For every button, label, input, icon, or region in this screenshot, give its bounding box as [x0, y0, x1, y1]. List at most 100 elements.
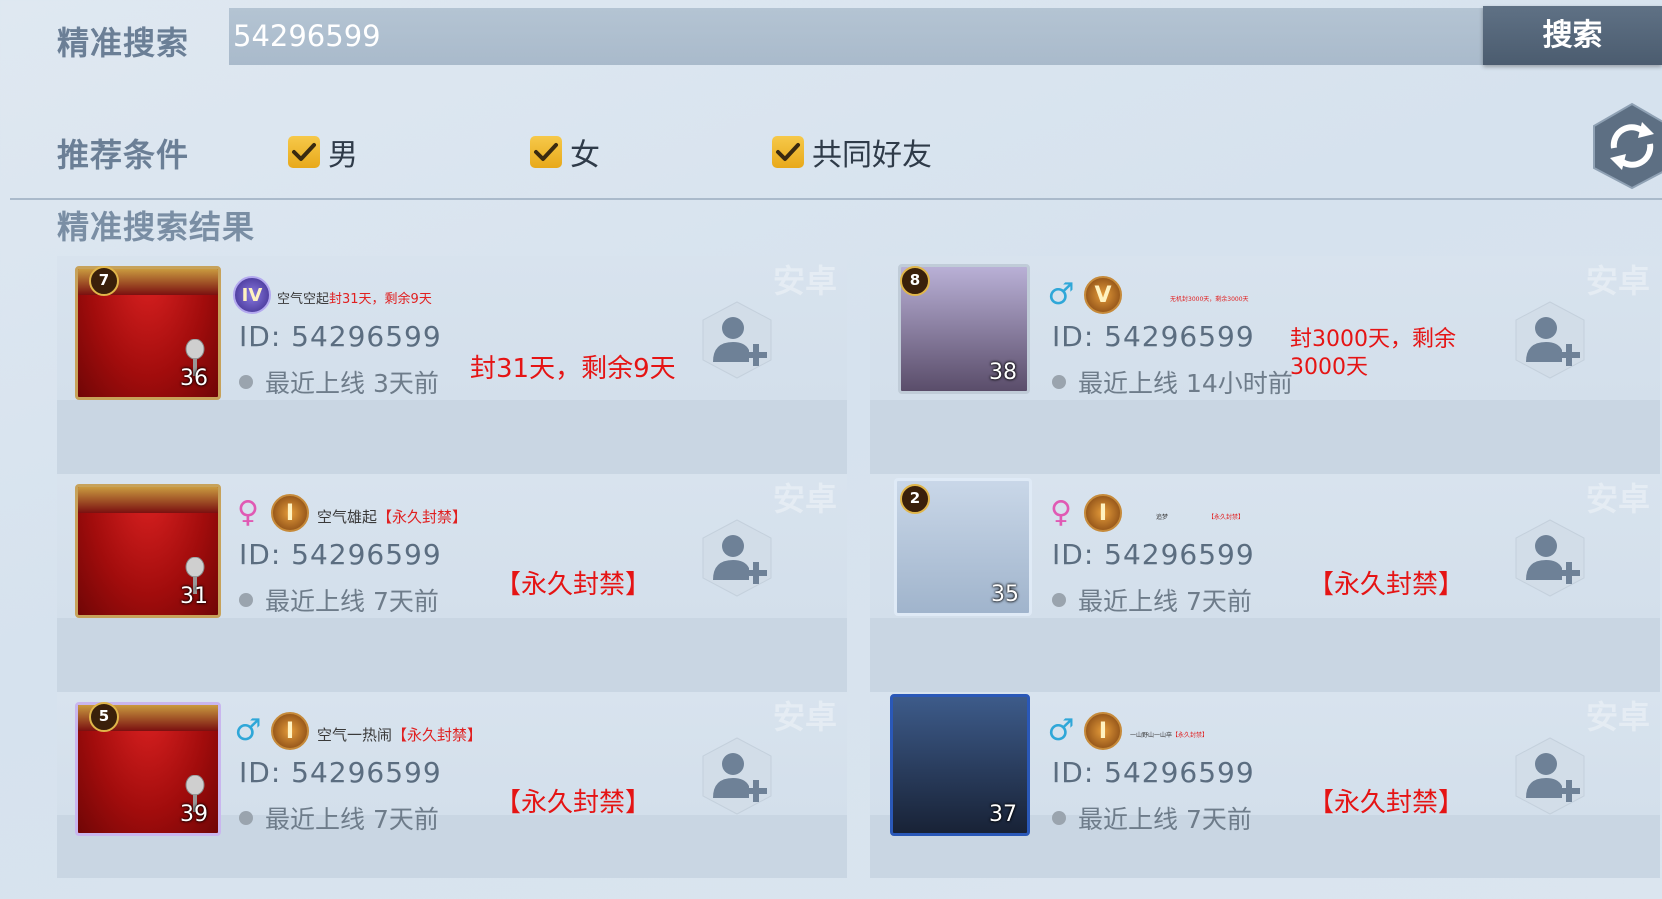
watermark: 安卓: [772, 262, 837, 300]
last-online-text: 最近上线 7天前: [1078, 805, 1252, 834]
player-level: 35: [991, 582, 1019, 607]
watermark: 安卓: [1585, 262, 1650, 300]
nickname-row: 追梦 【永久封禁】: [1156, 512, 1244, 521]
filter-mutual-friends[interactable]: 共同好友: [772, 130, 932, 174]
watermark: 安卓: [772, 698, 837, 736]
last-online: 最近上线 7天前: [1052, 800, 1252, 836]
checkmark-icon[interactable]: [772, 136, 804, 168]
nickname: 空气雄起: [317, 508, 378, 526]
filter-female-label: 女: [570, 138, 600, 173]
filter-label: 推荐条件: [57, 136, 190, 174]
status-dot: [1052, 375, 1066, 389]
nickname-ban-note: 【永久封禁】: [1208, 514, 1245, 521]
badge-number: 7: [89, 266, 119, 296]
search-button[interactable]: 搜索: [1483, 6, 1662, 65]
nickname-ban-note: 【永久封禁】: [1172, 732, 1209, 739]
checkmark-icon[interactable]: [530, 136, 562, 168]
last-online: 最近上线 3天前: [239, 364, 439, 400]
last-online-text: 最近上线 7天前: [265, 805, 439, 834]
add-friend-icon[interactable]: [701, 300, 773, 380]
rank-badge: IV: [233, 276, 271, 314]
female-icon: ♀: [1050, 495, 1072, 530]
badge-number: 8: [900, 266, 930, 296]
last-online-text: 最近上线 3天前: [265, 369, 439, 398]
nickname-ban-note: 【永久封禁】: [377, 508, 468, 526]
nickname-row: 空气雄起【永久封禁】: [317, 506, 467, 527]
add-friend-icon[interactable]: [1514, 300, 1586, 380]
ban-status: 【永久封禁】: [1308, 788, 1465, 818]
ban-status: 【永久封禁】: [495, 788, 652, 818]
status-dot: [239, 375, 253, 389]
result-card[interactable]: 安卓 38 8 ♂ V 无机封3000天，剩余3000天 ID: 5429659…: [870, 256, 1660, 474]
player-id: ID: 54296599: [239, 756, 442, 789]
nickname-ban-note: 【永久封禁】: [392, 726, 483, 744]
nickname-row: 空气一热闹【永久封禁】: [317, 724, 482, 745]
ban-status: 封31天，剩余9天: [470, 354, 676, 384]
last-online: 最近上线 14小时前: [1052, 364, 1293, 400]
male-icon: ♂: [234, 713, 262, 748]
female-icon: ♀: [237, 495, 259, 530]
search-label: 精准搜索: [57, 24, 190, 62]
result-card[interactable]: 安卓 37 ♂ I 一山野山一山卒【永久封禁】 ID: 54296599 最近上…: [870, 692, 1660, 878]
rank-badge: V: [1084, 276, 1122, 314]
results-title: 精准搜索结果: [57, 208, 256, 246]
rank-badge: I: [1084, 494, 1122, 532]
add-friend-icon[interactable]: [701, 736, 773, 816]
rank-badge: I: [271, 712, 309, 750]
nickname: 追梦: [1156, 514, 1169, 521]
nickname-row: 无机封3000天，剩余3000天: [1170, 294, 1249, 303]
watermark: 安卓: [772, 480, 837, 518]
ban-status: 【永久封禁】: [495, 570, 652, 600]
status-dot: [1052, 593, 1066, 607]
player-id: ID: 54296599: [239, 538, 442, 571]
male-icon: ♂: [1047, 277, 1075, 312]
badge-number: 5: [89, 702, 119, 732]
last-online: 最近上线 7天前: [239, 582, 439, 618]
filter-female[interactable]: 女: [530, 130, 600, 174]
status-dot: [1052, 811, 1066, 825]
watermark: 安卓: [1585, 480, 1650, 518]
nickname: 空气一热闹: [317, 726, 393, 744]
nickname: 空气空起: [277, 292, 330, 307]
last-online: 最近上线 7天前: [239, 800, 439, 836]
last-online-text: 最近上线 14小时前: [1078, 369, 1293, 398]
filter-male[interactable]: 男: [288, 130, 358, 174]
checkmark-icon[interactable]: [288, 136, 320, 168]
status-dot: [239, 811, 253, 825]
add-friend-icon[interactable]: [701, 518, 773, 598]
last-online-text: 最近上线 7天前: [265, 587, 439, 616]
result-card[interactable]: 安卓 35 2 ♀ I 追梦 【永久封禁】 ID: 54296599 最近上线 7…: [870, 474, 1660, 692]
ban-status: 【永久封禁】: [1308, 570, 1465, 600]
badge-number: 2: [900, 484, 930, 514]
player-id: ID: 54296599: [1052, 756, 1255, 789]
divider: [10, 198, 1662, 200]
avatar[interactable]: 31: [75, 484, 221, 618]
nickname-row: 一山野山一山卒【永久封禁】: [1130, 730, 1208, 739]
player-level: 38: [989, 360, 1017, 385]
player-id: ID: 54296599: [1052, 320, 1255, 353]
add-friend-icon[interactable]: [1514, 736, 1586, 816]
player-level: 39: [180, 802, 208, 827]
nickname-row: 空气空起封31天，剩余9天: [277, 288, 432, 307]
player-level: 37: [989, 802, 1017, 827]
player-id: ID: 54296599: [1052, 538, 1255, 571]
player-id: ID: 54296599: [239, 320, 442, 353]
nickname-ban-note: 封31天，剩余9天: [329, 292, 432, 307]
status-dot: [239, 593, 253, 607]
player-level: 36: [180, 366, 208, 391]
avatar[interactable]: 37: [890, 694, 1030, 836]
refresh-icon[interactable]: [1592, 102, 1662, 190]
watermark: 安卓: [1585, 698, 1650, 736]
result-card[interactable]: 安卓 36 7 IV 空气空起封31天，剩余9天 ID: 54296599 最近…: [57, 256, 847, 474]
rank-badge: I: [1084, 712, 1122, 750]
rank-badge: I: [271, 494, 309, 532]
result-card[interactable]: 安卓 31 ♀ I 空气雄起【永久封禁】 ID: 54296599 最近上线 7…: [57, 474, 847, 692]
search-input[interactable]: [229, 8, 1483, 65]
filter-mutual-friends-label: 共同好友: [812, 138, 932, 173]
add-friend-icon[interactable]: [1514, 518, 1586, 598]
player-level: 31: [180, 584, 208, 609]
male-icon: ♂: [1047, 713, 1075, 748]
last-online-text: 最近上线 7天前: [1078, 587, 1252, 616]
result-card[interactable]: 安卓 39 5 ♂ I 空气一热闹【永久封禁】 ID: 54296599 最近上…: [57, 692, 847, 878]
nickname-ban-note: 无机封3000天，剩余3000天: [1170, 296, 1249, 303]
